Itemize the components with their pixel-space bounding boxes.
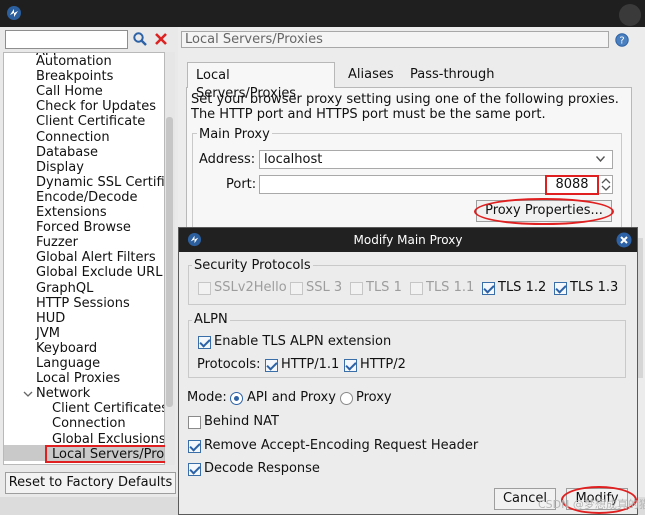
decode-response-checkbox[interactable] (188, 463, 201, 476)
window-button[interactable] (619, 4, 641, 26)
http11-checkbox[interactable] (265, 359, 278, 372)
protocol-checkbox[interactable] (482, 282, 495, 295)
clear-search-icon[interactable] (153, 31, 169, 47)
alpn-legend: ALPN (192, 312, 230, 327)
tab-pass-through[interactable]: Pass-through (410, 66, 495, 86)
protocol-checkbox (410, 282, 423, 295)
mode-api-proxy-radio[interactable] (230, 392, 243, 405)
http2-label: HTTP/2 (360, 357, 406, 372)
tree-child-item[interactable]: Connection (52, 416, 126, 431)
description-line-1: Set your browser proxy setting using one… (191, 92, 619, 107)
tab-local-servers[interactable]: Local Servers/Proxies (187, 62, 335, 101)
chevron-down-icon[interactable] (596, 156, 605, 162)
options-search-input[interactable] (5, 30, 128, 49)
protocol-label: SSLv2Hello (214, 280, 287, 295)
tree-item[interactable]: Automation (36, 54, 112, 69)
tree-item[interactable]: Breakpoints (36, 69, 113, 84)
tree-item-network[interactable]: Network (36, 386, 90, 401)
tree-item[interactable]: Dynamic SSL Certificates (36, 175, 164, 190)
tree-expand-icon[interactable] (23, 389, 33, 399)
http2-checkbox[interactable] (344, 359, 357, 372)
mode-api-proxy-label: API and Proxy (247, 390, 336, 405)
behind-nat-checkbox[interactable] (188, 416, 201, 429)
description-line-2: The HTTP port and HTTPS port must be the… (191, 107, 546, 122)
tree-scrollbar[interactable] (165, 52, 175, 465)
security-protocols-legend: Security Protocols (192, 258, 313, 273)
selection-annotation-box (45, 445, 170, 463)
port-spinner-icon[interactable] (601, 177, 611, 192)
decode-response-label: Decode Response (204, 461, 320, 476)
tree-item[interactable]: HUD (36, 311, 65, 326)
protocol-checkbox[interactable] (554, 282, 567, 295)
tree-item[interactable]: Database (36, 145, 98, 160)
port-value[interactable]: 8088 (545, 175, 599, 195)
tree-item[interactable]: Call Home (36, 84, 103, 99)
protocol-checkbox (290, 282, 303, 295)
protocol-label: TLS 1.1 (426, 280, 475, 295)
port-label: Port: (226, 177, 257, 192)
tree-item[interactable]: Language (36, 356, 100, 371)
tab-aliases[interactable]: Aliases (348, 66, 394, 86)
dialog-title: Modify Main Proxy (353, 233, 463, 247)
app-toolbar (0, 0, 645, 27)
zap-logo-icon (7, 6, 21, 20)
protocols-label: Protocols: (197, 357, 261, 372)
tree-item[interactable]: Local Proxies (36, 371, 120, 386)
protocol-checkbox (350, 282, 363, 295)
proxy-properties-annotation (474, 198, 614, 225)
address-label: Address: (199, 152, 256, 167)
tree-item[interactable]: Connection (36, 130, 110, 145)
mode-label: Mode: (187, 390, 227, 405)
tree-item[interactable]: GraphQL (36, 281, 93, 296)
protocol-label: TLS 1.3 (570, 280, 619, 295)
remove-accept-encoding-label: Remove Accept-Encoding Request Header (204, 438, 479, 453)
tree-item[interactable]: JVM (36, 326, 60, 341)
protocol-label: SSL 3 (306, 280, 343, 295)
behind-nat-label: Behind NAT (204, 414, 279, 429)
protocol-checkbox (198, 282, 211, 295)
tree-item[interactable]: Keyboard (36, 341, 97, 356)
protocol-label: TLS 1 (366, 280, 402, 295)
mode-proxy-radio[interactable] (340, 392, 353, 405)
http11-label: HTTP/1.1 (281, 357, 340, 372)
watermark: CSDN @梦想成真的猫 (538, 498, 645, 511)
panel-title: Local Servers/Proxies (181, 31, 609, 48)
tree-item[interactable]: Extensions (36, 205, 107, 220)
tree-item[interactable]: Display (36, 160, 84, 175)
tree-item[interactable]: Global Alert Filters (36, 250, 156, 265)
tree-child-item[interactable]: Client Certificates (52, 401, 164, 416)
search-icon[interactable] (132, 31, 148, 47)
tree-item[interactable]: Fuzzer (36, 235, 78, 250)
options-tree: API AutomationBreakpointsCall HomeCheck … (3, 52, 165, 465)
tree-item[interactable]: Global Exclude URL (36, 265, 162, 280)
help-icon[interactable]: ? (615, 33, 629, 47)
protocol-label: TLS 1.2 (498, 280, 547, 295)
close-icon[interactable] (616, 232, 632, 248)
reset-defaults-button[interactable]: Reset to Factory Defaults (5, 472, 176, 494)
tree-item[interactable]: Encode/Decode (36, 190, 138, 205)
address-combobox[interactable]: localhost (259, 150, 613, 169)
remove-accept-encoding-checkbox[interactable] (188, 440, 201, 453)
tree-item[interactable]: Check for Updates (36, 99, 156, 114)
main-proxy-legend: Main Proxy (197, 127, 272, 142)
tree-item[interactable]: HTTP Sessions (36, 296, 130, 311)
svg-text:?: ? (619, 36, 624, 47)
alpn-enable-label: Enable TLS ALPN extension (214, 334, 392, 349)
tree-item[interactable]: Client Certificate (36, 114, 145, 129)
alpn-enable-checkbox[interactable] (198, 336, 211, 349)
tree-item[interactable]: Forced Browse (36, 220, 131, 235)
tree-scrollbar-thumb[interactable] (166, 117, 173, 407)
mode-proxy-label: Proxy (356, 390, 392, 405)
